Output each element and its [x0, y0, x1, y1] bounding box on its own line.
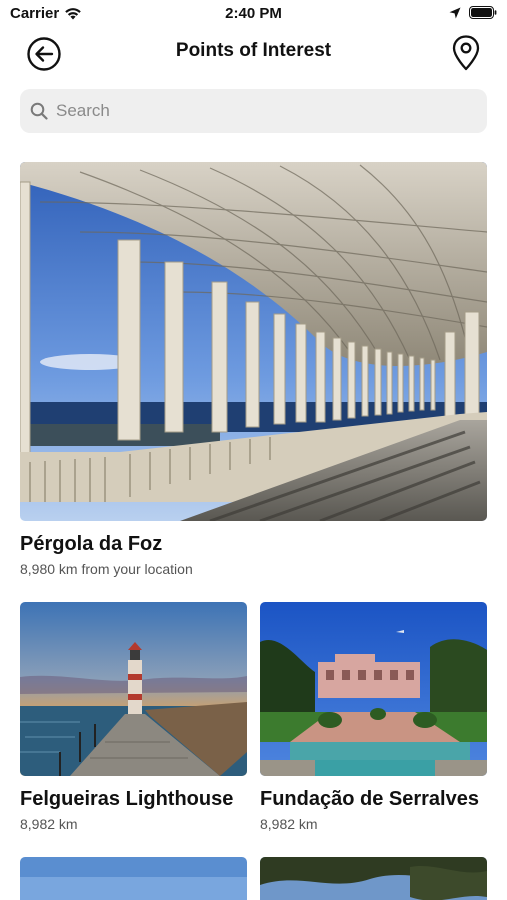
clock: 2:40 PM	[225, 5, 282, 22]
place-photo	[260, 602, 487, 776]
status-right	[449, 6, 497, 19]
search-bar[interactable]	[20, 89, 487, 133]
place-card-partial-left[interactable]	[20, 857, 247, 900]
place-distance: 8,982 km	[260, 816, 318, 832]
search-icon	[30, 102, 48, 120]
place-card-pergola[interactable]: Pérgola da Foz 8,980 km from your locati…	[20, 162, 487, 577]
place-name: Pérgola da Foz	[20, 533, 163, 555]
search-input[interactable]	[56, 101, 456, 121]
page-title: Points of Interest	[175, 40, 332, 61]
place-distance: 8,982 km	[20, 816, 78, 832]
place-card-felgueiras-lighthouse[interactable]: Felgueiras Lighthouse 8,982 km	[20, 602, 247, 832]
place-distance: 8,980 km from your location	[20, 561, 193, 577]
status-bar: Carrier 2:40 PM	[0, 0, 507, 28]
battery-icon	[469, 6, 497, 19]
place-photo	[20, 602, 247, 776]
place-card-partial-right[interactable]	[260, 857, 487, 900]
map-pin-button[interactable]	[451, 34, 481, 72]
place-card-fundacao-de-serralves[interactable]: Fundação de Serralves 8,982 km	[260, 602, 487, 832]
place-photo	[260, 857, 487, 900]
place-name: Felgueiras Lighthouse	[20, 788, 234, 810]
place-photo	[20, 162, 487, 521]
location-arrow-icon	[449, 7, 461, 18]
place-name: Fundação de Serralves	[260, 788, 479, 810]
place-photo	[20, 857, 247, 900]
navigation-bar: Points of Interest	[0, 30, 507, 76]
